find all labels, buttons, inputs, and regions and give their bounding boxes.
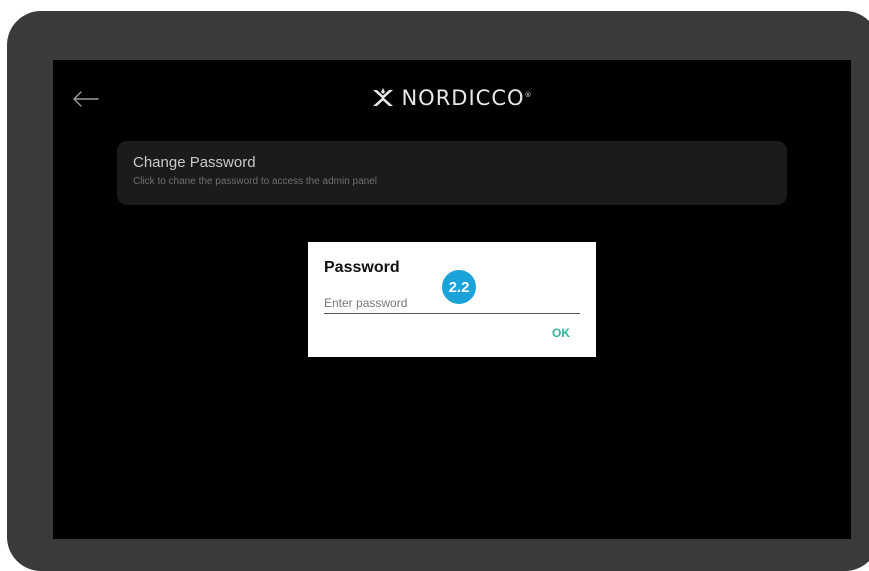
password-input[interactable]: [324, 293, 580, 314]
brand-logo: NORDICCO®: [53, 86, 851, 110]
nordicco-logo-icon: [373, 88, 394, 106]
change-password-description: Click to chane the password to access th…: [133, 176, 378, 187]
ok-button[interactable]: OK: [552, 326, 570, 340]
tablet-frame: NORDICCO® Change Password Click to chane…: [7, 11, 869, 571]
screen: NORDICCO® Change Password Click to chane…: [53, 60, 851, 539]
change-password-item[interactable]: Change Password Click to chane the passw…: [117, 141, 787, 205]
password-dialog: Password 2.2 OK: [308, 242, 596, 357]
change-password-title: Change Password: [133, 154, 256, 171]
logo-text: NORDICCO®: [401, 86, 533, 110]
registered-mark: ®: [524, 91, 533, 99]
